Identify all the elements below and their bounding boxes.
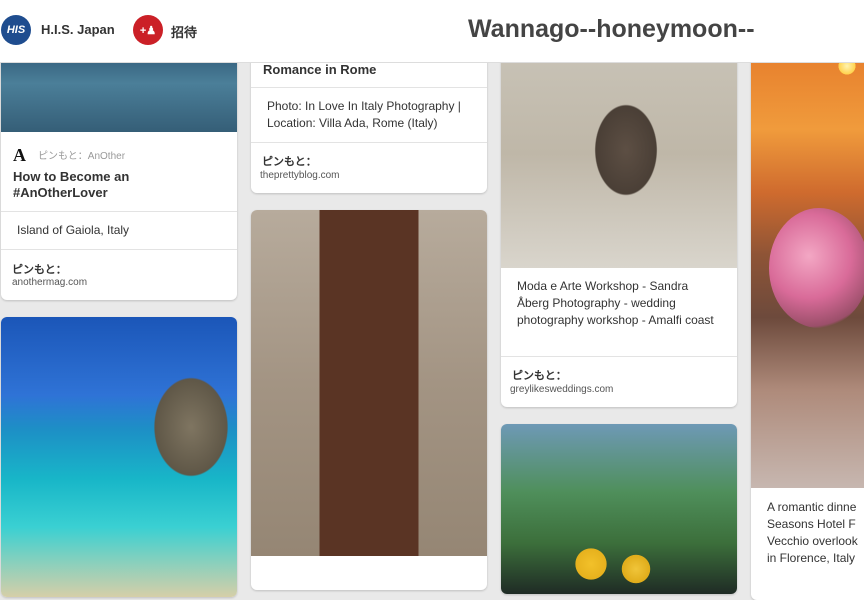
pin-image-beach[interactable]	[1, 317, 237, 597]
flower-decoration	[769, 208, 864, 328]
source-link[interactable]: anothermag.com	[12, 277, 87, 288]
pin-description: Photo: In Love In Italy Photography | Lo…	[267, 99, 461, 130]
pin-image-florence[interactable]	[751, 40, 864, 488]
source-label: ピンもと：	[512, 370, 567, 382]
divider	[251, 87, 487, 88]
pin-image-door[interactable]	[251, 210, 487, 556]
pin-card-lemons[interactable]	[501, 424, 737, 594]
source-label: ピンもと：	[262, 156, 317, 168]
pin-card-workshop[interactable]: Moda e Arte Workshop - Sandra Åberg Phot…	[501, 40, 737, 407]
pin-card-florence[interactable]: A romantic dinne Seasons Hotel F Vecchio…	[751, 40, 864, 600]
pin-attribution[interactable]: ピンもと：AnOther	[38, 147, 125, 162]
brand-name-link[interactable]: H.I.S. Japan	[41, 22, 115, 37]
his-logo-icon[interactable]: HIS	[1, 15, 31, 45]
pin-card-door[interactable]	[251, 210, 487, 590]
pin-description: Island of Gaiola, Italy	[17, 223, 130, 237]
divider	[1, 249, 237, 250]
divider	[251, 142, 487, 143]
pin-title[interactable]: How to Become an #AnOtherLover	[13, 169, 183, 201]
source-link[interactable]: theprettyblog.com	[260, 170, 340, 181]
source-label: ピンもと：	[12, 264, 67, 276]
pin-title[interactable]: Romance in Rome	[263, 62, 473, 78]
source-link[interactable]: greylikesweddings.com	[510, 384, 613, 395]
pin-image-lemons[interactable]	[501, 424, 737, 594]
divider	[501, 356, 737, 357]
pin-description: A romantic dinne Seasons Hotel F Vecchio…	[767, 500, 858, 565]
top-header: HIS H.I.S. Japan +♟ 招待 Wannago--honeymoo…	[0, 0, 864, 63]
invite-button[interactable]: 招待	[171, 22, 197, 41]
pin-description: Moda e Arte Workshop - Sandra Åberg Phot…	[517, 279, 714, 327]
board-title: Wannago--honeymoon--	[468, 15, 755, 43]
pin-image-donkey[interactable]	[501, 40, 737, 268]
divider	[1, 211, 237, 212]
invite-icon[interactable]: +♟	[133, 15, 163, 45]
another-logo-icon: A	[13, 145, 26, 165]
pin-card-beach[interactable]	[1, 317, 237, 597]
